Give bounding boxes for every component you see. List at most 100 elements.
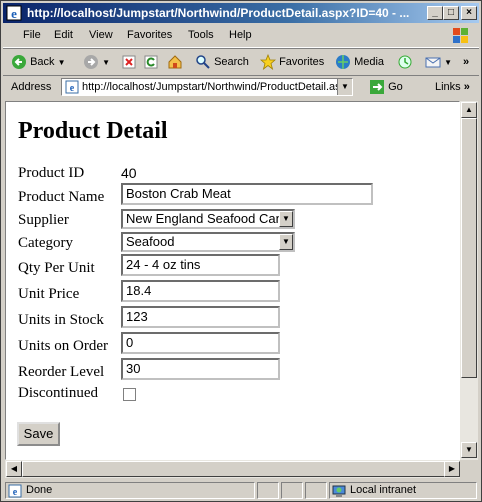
home-icon — [168, 55, 182, 69]
back-arrow-icon — [12, 55, 26, 70]
title-bar[interactable]: e http://localhost/Jumpstart/Northwind/P… — [3, 3, 479, 23]
status-bar: e Done Local intranet — [3, 480, 479, 501]
search-label: Search — [214, 56, 249, 68]
status-text: Done — [26, 484, 53, 496]
product-id-value: 40 — [121, 165, 137, 181]
product-id-label: Product ID — [18, 165, 85, 181]
star-icon — [259, 54, 277, 71]
page-content: Product Detail Product ID 40 Product Nam… — [5, 101, 460, 460]
stop-button[interactable] — [121, 53, 137, 71]
units-on-order-input[interactable]: 0 — [121, 332, 280, 354]
forward-button[interactable]: ▼ — [83, 53, 110, 71]
scroll-down-icon[interactable]: ▼ — [461, 442, 477, 458]
supplier-select[interactable]: New England Seafood Can ▼ — [121, 209, 295, 229]
back-button[interactable]: Back ▼ — [11, 53, 66, 71]
status-pane — [281, 482, 303, 499]
zone-text: Local intranet — [350, 484, 417, 496]
unit-price-input[interactable]: 18.4 — [121, 280, 280, 302]
horizontal-scroll-thumb[interactable] — [22, 461, 445, 477]
svg-text:e: e — [11, 6, 17, 21]
vertical-scrollbar[interactable]: ▲ ▼ — [460, 101, 478, 460]
favorites-button[interactable]: Favorites — [259, 53, 325, 71]
page-icon: e — [65, 80, 79, 94]
links-button[interactable]: Links » — [435, 81, 470, 93]
address-dropdown-icon[interactable]: ▼ — [337, 79, 352, 95]
status-pane — [257, 482, 279, 499]
refresh-button[interactable] — [143, 53, 159, 71]
chevron-down-icon[interactable]: ▼ — [279, 234, 293, 250]
links-overflow-chevron: » — [463, 81, 470, 93]
supplier-selected-value: New England Seafood Can — [126, 211, 283, 226]
scroll-up-icon[interactable]: ▲ — [461, 102, 477, 118]
qty-per-unit-label: Qty Per Unit — [18, 260, 95, 276]
go-label: Go — [388, 80, 403, 93]
ie-icon: e — [6, 5, 22, 21]
scroll-left-icon[interactable]: ◀ — [6, 461, 22, 477]
save-button[interactable]: Save — [17, 422, 60, 446]
toolbar-overflow-chevron[interactable]: » — [463, 53, 469, 71]
supplier-label: Supplier — [18, 212, 69, 228]
media-label: Media — [354, 56, 385, 68]
category-selected-value: Seafood — [126, 234, 175, 249]
svg-text:e: e — [70, 83, 75, 94]
menu-edit[interactable]: Edit — [54, 29, 73, 41]
chevron-down-icon[interactable]: ▼ — [279, 211, 293, 227]
close-button[interactable]: × — [461, 6, 477, 20]
menu-file[interactable]: File — [23, 29, 41, 41]
minimize-button[interactable]: _ — [427, 6, 443, 20]
vertical-scroll-thumb[interactable] — [461, 118, 477, 378]
go-arrow-icon — [370, 80, 384, 94]
units-on-order-label: Units on Order — [18, 338, 108, 354]
address-url: http://localhost/Jumpstart/Northwind/Pro… — [82, 81, 347, 93]
horizontal-scrollbar[interactable]: ◀ ▶ — [5, 460, 460, 478]
mail-icon — [425, 57, 441, 68]
svg-text:e: e — [13, 487, 18, 498]
units-in-stock-label: Units in Stock — [18, 312, 104, 328]
links-label: Links — [435, 81, 461, 93]
address-label: Address — [11, 81, 52, 93]
reorder-level-input[interactable]: 30 — [121, 358, 280, 380]
scroll-right-icon[interactable]: ▶ — [444, 461, 460, 477]
go-button[interactable]: Go — [369, 79, 403, 95]
product-name-label: Product Name — [18, 189, 105, 205]
menu-view[interactable]: View — [89, 29, 113, 41]
mail-button[interactable]: ▼ — [425, 53, 452, 71]
home-button[interactable] — [167, 53, 183, 71]
media-button[interactable]: Media — [335, 53, 384, 71]
discontinued-label: Discontinued — [18, 385, 98, 401]
back-label: Back — [30, 56, 55, 68]
menu-bar: File Edit View Favorites Tools Help — [3, 25, 479, 48]
category-select[interactable]: Seafood ▼ — [121, 232, 295, 252]
category-label: Category — [18, 235, 73, 251]
refresh-icon — [144, 55, 158, 69]
page-done-icon: e — [8, 484, 22, 498]
menu-help[interactable]: Help — [229, 29, 252, 41]
status-pane — [305, 482, 327, 499]
stop-icon — [122, 55, 136, 69]
search-icon — [196, 55, 210, 69]
forward-arrow-icon — [84, 55, 98, 70]
product-name-input[interactable]: Boston Crab Meat — [121, 183, 373, 205]
history-icon — [398, 55, 412, 69]
favorites-label: Favorites — [279, 56, 325, 68]
reorder-level-label: Reorder Level — [18, 364, 105, 380]
discontinued-checkbox[interactable] — [123, 388, 136, 401]
page-title: Product Detail — [18, 118, 168, 144]
maximize-button[interactable]: □ — [443, 6, 459, 20]
menu-tools[interactable]: Tools — [188, 29, 214, 41]
address-input[interactable]: e http://localhost/Jumpstart/Northwind/P… — [61, 78, 353, 96]
address-bar: Address e http://localhost/Jumpstart/Nor… — [3, 75, 479, 100]
browser-window: e http://localhost/Jumpstart/Northwind/P… — [0, 0, 482, 502]
standard-toolbar: Back ▼ ▼ Search Favorites Media ▼ » — [3, 48, 479, 76]
qty-per-unit-input[interactable]: 24 - 4 oz tins — [121, 254, 280, 276]
status-main-pane: e Done — [5, 482, 255, 499]
unit-price-label: Unit Price — [18, 286, 80, 302]
window-title: http://localhost/Jumpstart/Northwind/Pro… — [27, 6, 410, 20]
zone-pane: Local intranet — [329, 482, 477, 499]
history-button[interactable] — [397, 53, 413, 71]
units-in-stock-input[interactable]: 123 — [121, 306, 280, 328]
search-button[interactable]: Search — [195, 53, 249, 71]
windows-logo-icon — [453, 28, 468, 43]
local-intranet-icon — [332, 485, 346, 497]
menu-favorites[interactable]: Favorites — [127, 29, 172, 41]
